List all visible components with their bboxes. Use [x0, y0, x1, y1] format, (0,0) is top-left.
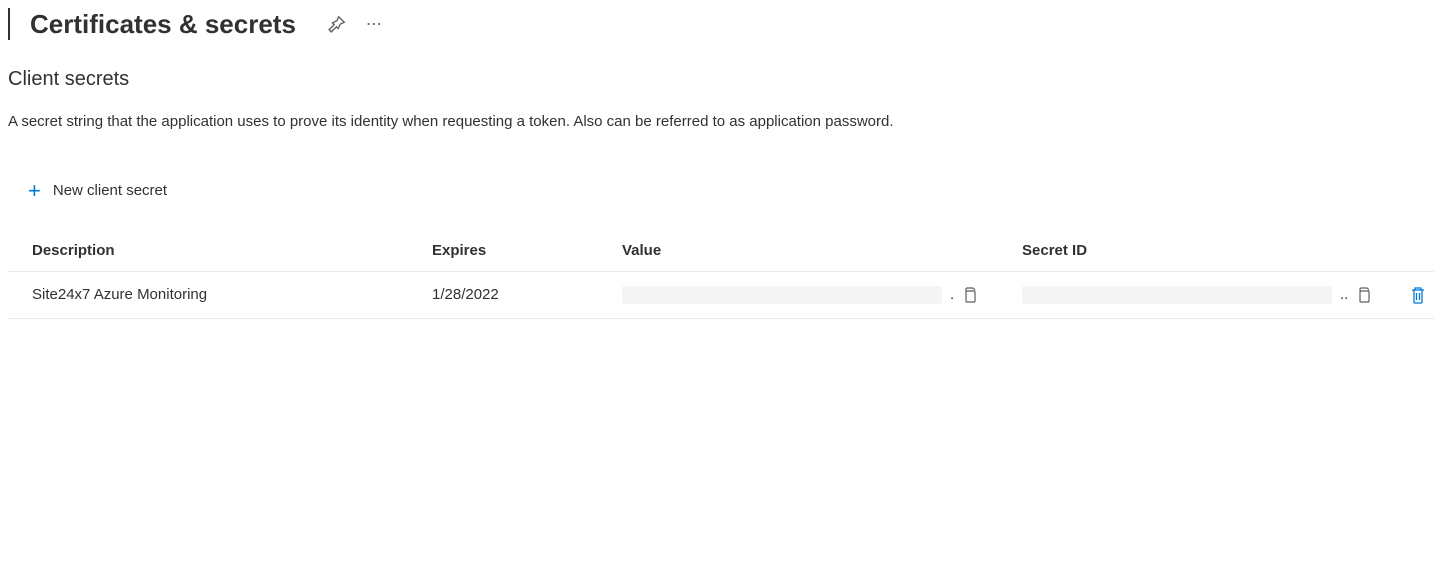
section-description: A secret string that the application use… — [8, 111, 1434, 134]
value-truncation: . — [950, 286, 954, 303]
cell-value: . — [622, 286, 1022, 304]
secretid-truncation: .. — [1340, 286, 1348, 303]
cell-description: Site24x7 Azure Monitoring — [32, 286, 432, 303]
plus-icon: + — [28, 180, 41, 202]
new-client-secret-button[interactable]: + New client secret — [18, 174, 177, 208]
copy-secretid-icon[interactable] — [1356, 287, 1372, 303]
new-client-secret-label: New client secret — [53, 182, 167, 199]
more-icon[interactable]: ⋯ — [366, 14, 383, 34]
header-divider — [8, 8, 10, 40]
delete-icon[interactable] — [1410, 286, 1426, 304]
pin-icon[interactable] — [328, 15, 346, 33]
column-header-expires: Expires — [432, 242, 622, 259]
section-title: Client secrets — [8, 68, 1434, 91]
column-header-secretid: Secret ID — [1022, 242, 1382, 259]
cell-expires: 1/28/2022 — [432, 286, 622, 303]
column-header-value: Value — [622, 242, 1022, 259]
redacted-secretid — [1022, 286, 1332, 304]
table-header: Description Expires Value Secret ID — [8, 232, 1434, 272]
copy-value-icon[interactable] — [962, 287, 978, 303]
table-row: Site24x7 Azure Monitoring 1/28/2022 . .. — [8, 272, 1434, 319]
cell-secretid: .. — [1022, 286, 1382, 304]
column-header-description: Description — [32, 242, 432, 259]
redacted-value — [622, 286, 942, 304]
page-title: Certificates & secrets — [30, 9, 296, 40]
secrets-table: Description Expires Value Secret ID Site… — [8, 232, 1434, 319]
